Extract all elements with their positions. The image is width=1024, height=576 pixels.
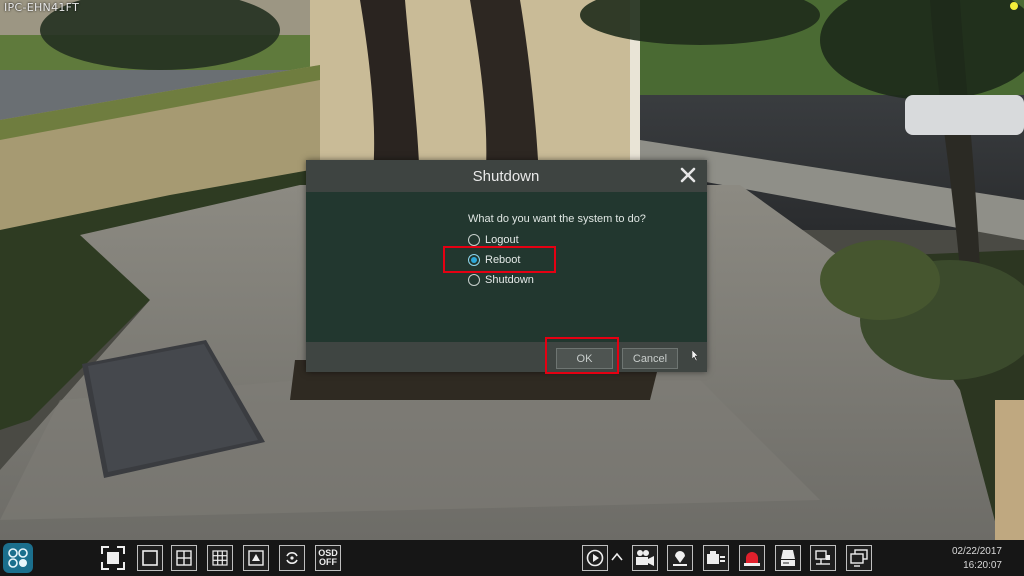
option-reboot[interactable]: Reboot — [468, 252, 520, 268]
dialog-header: Shutdown — [306, 160, 707, 192]
cursor-icon — [691, 348, 700, 366]
start-menu-icon[interactable] — [3, 543, 33, 573]
ok-button[interactable]: OK — [556, 348, 613, 369]
dialog-question: What do you want the system to do? — [468, 213, 646, 225]
osd-toggle-icon[interactable]: OSD OFF — [315, 545, 341, 571]
quad-view-icon[interactable] — [171, 545, 197, 571]
camera-status-indicator — [1010, 2, 1018, 10]
radio-logout[interactable] — [468, 234, 480, 246]
option-shutdown[interactable]: Shutdown — [468, 272, 534, 288]
taskbar: OSD OFF 02/22/2017 16:20:07 — [0, 540, 1024, 576]
date-time: 02/22/2017 16:20:07 — [952, 545, 1002, 573]
radio-shutdown[interactable] — [468, 274, 480, 286]
full-screen-icon[interactable] — [100, 545, 126, 571]
time-text: 16:20:07 — [963, 560, 1002, 571]
close-icon[interactable] — [677, 164, 699, 186]
option-logout-label: Logout — [485, 234, 519, 246]
sequence-view-icon[interactable] — [243, 545, 269, 571]
dialog-body: What do you want the system to do? Logou… — [306, 192, 707, 342]
camera-title: IPC-EHN41FT — [4, 1, 80, 14]
display-icon[interactable] — [846, 545, 872, 571]
snapshot-icon[interactable] — [703, 545, 729, 571]
dialog-title: Shutdown — [472, 168, 540, 185]
shutdown-dialog: Shutdown What do you want the system to … — [306, 160, 707, 374]
alarm-icon[interactable] — [739, 545, 765, 571]
dialog-footer: OK Cancel — [306, 342, 707, 372]
single-view-icon[interactable] — [137, 545, 163, 571]
playback-icon[interactable] — [582, 545, 608, 571]
ptz-icon[interactable] — [667, 545, 693, 571]
expand-icon[interactable] — [610, 548, 624, 573]
option-shutdown-label: Shutdown — [485, 274, 534, 286]
rotate-icon[interactable] — [279, 545, 305, 571]
disk-icon[interactable] — [775, 545, 801, 571]
osd-state: OFF — [318, 557, 337, 567]
option-logout[interactable]: Logout — [468, 232, 519, 248]
cancel-button[interactable]: Cancel — [622, 348, 678, 369]
manual-record-icon[interactable] — [632, 545, 658, 571]
nine-view-icon[interactable] — [207, 545, 233, 571]
network-icon[interactable] — [810, 545, 836, 571]
radio-reboot[interactable] — [468, 254, 480, 266]
option-reboot-label: Reboot — [485, 254, 521, 266]
date-text: 02/22/2017 — [951, 546, 1002, 557]
